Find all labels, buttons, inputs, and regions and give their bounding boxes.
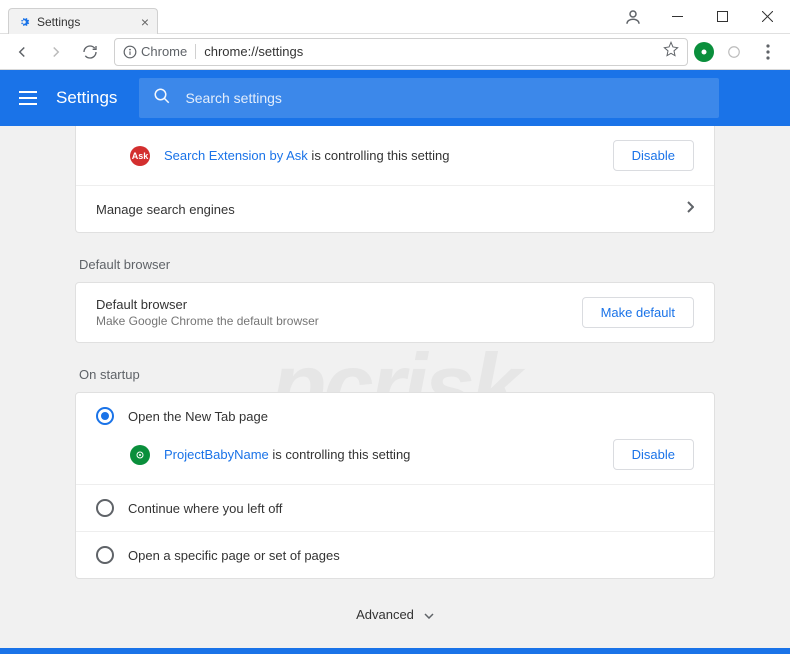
advanced-label: Advanced [356,607,414,622]
bottom-accent-bar [0,648,790,654]
startup-extension-notice: ProjectBabyName is controlling this sett… [76,439,714,484]
disable-startup-extension-button[interactable]: Disable [613,439,694,470]
default-browser-card: Default browser Make Google Chrome the d… [75,282,715,343]
window-minimize-button[interactable] [655,0,700,34]
startup-option-specific-label: Open a specific page or set of pages [128,548,340,563]
tab-close-icon[interactable]: × [141,14,149,30]
settings-search[interactable] [139,78,719,118]
on-startup-section-label: On startup [79,367,715,382]
address-url: chrome://settings [204,44,655,59]
startup-option-continue-label: Continue where you left off [128,501,282,516]
address-bar-row: Chrome chrome://settings [0,34,790,70]
startup-extension-link[interactable]: ProjectBabyName [164,447,269,462]
nav-back-button[interactable] [8,38,36,66]
info-icon [123,45,137,59]
profile-icon[interactable] [619,3,647,31]
bookmark-star-icon[interactable] [663,41,679,62]
search-engine-card: Ask Search Extension by Ask is controlli… [75,126,715,233]
address-bar[interactable]: Chrome chrome://settings [114,38,688,66]
manage-search-engines-label: Manage search engines [96,202,672,217]
search-extension-link[interactable]: Search Extension by Ask [164,148,308,163]
disable-search-extension-button[interactable]: Disable [613,140,694,171]
on-startup-card: Open the New Tab page ProjectBabyName is… [75,392,715,579]
manage-search-engines-row[interactable]: Manage search engines [76,185,714,232]
radio-continue[interactable] [96,499,114,517]
settings-header: Settings [0,70,790,126]
search-extension-notice: Ask Search Extension by Ask is controlli… [76,126,714,185]
radio-new-tab[interactable] [96,407,114,425]
gear-icon [17,15,31,29]
extension-menu-icon[interactable] [720,38,748,66]
search-extension-note: is controlling this setting [308,148,450,163]
security-chip-label: Chrome [141,44,187,59]
settings-search-input[interactable] [185,90,705,106]
search-icon [153,87,171,110]
window-maximize-button[interactable] [700,0,745,34]
startup-option-continue[interactable]: Continue where you left off [76,484,714,531]
radio-specific[interactable] [96,546,114,564]
chevron-right-icon [686,200,694,218]
startup-option-new-tab-label: Open the New Tab page [128,409,268,424]
extension-icon[interactable] [694,42,714,62]
settings-content[interactable]: pcrisk risk.com Ask Search Extension by … [0,126,790,648]
default-browser-row: Default browser Make Google Chrome the d… [76,283,714,342]
page-title: Settings [56,88,117,108]
tab-strip: Settings × [8,8,158,34]
tab-title: Settings [37,15,135,29]
startup-option-specific[interactable]: Open a specific page or set of pages [76,531,714,578]
advanced-toggle[interactable]: Advanced [75,587,715,642]
security-chip[interactable]: Chrome [123,44,196,59]
startup-extension-note: is controlling this setting [269,447,411,462]
chevron-down-icon [424,607,434,622]
projectbabyname-extension-icon [130,445,150,465]
browser-menu-button[interactable] [754,38,782,66]
nav-forward-button [42,38,70,66]
browser-tab-settings[interactable]: Settings × [8,8,158,34]
menu-hamburger-icon[interactable] [16,86,40,110]
default-browser-section-label: Default browser [79,257,715,272]
default-browser-title: Default browser [96,297,568,312]
startup-option-new-tab[interactable]: Open the New Tab page [76,393,714,439]
ask-extension-icon: Ask [130,146,150,166]
nav-reload-button[interactable] [76,38,104,66]
make-default-button[interactable]: Make default [582,297,694,328]
window-close-button[interactable] [745,0,790,34]
default-browser-sub: Make Google Chrome the default browser [96,314,568,328]
